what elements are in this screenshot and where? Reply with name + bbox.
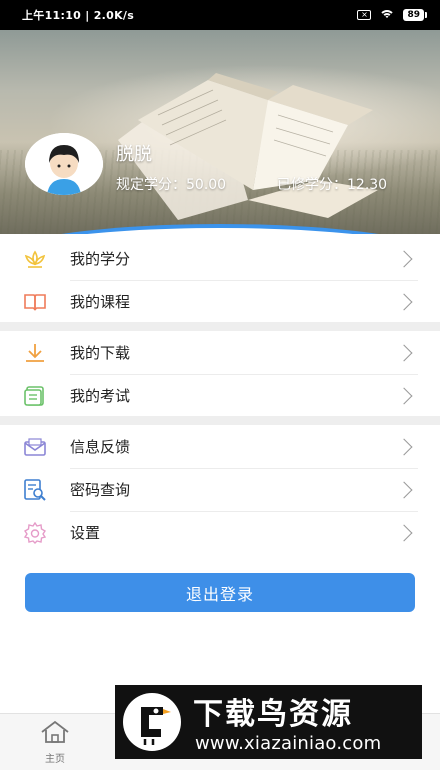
mail-icon bbox=[22, 434, 48, 460]
menu-item-label: 密码查询 bbox=[70, 481, 131, 499]
menu-item-my-courses[interactable]: 我的课程 bbox=[0, 280, 440, 323]
menu-item-label: 我的学分 bbox=[70, 250, 131, 268]
menu-item-label: 我的下载 bbox=[70, 344, 131, 362]
menu-item-settings[interactable]: 设置 bbox=[0, 511, 440, 554]
lotus-icon bbox=[22, 246, 48, 272]
avatar-boy-icon bbox=[25, 133, 103, 195]
menu-group-account: 信息反馈 密码查询 设置 bbox=[0, 425, 440, 554]
chevron-right-icon bbox=[395, 387, 413, 404]
tab-home-label: 主页 bbox=[45, 754, 65, 765]
header-curve bbox=[0, 224, 440, 234]
home-icon bbox=[41, 720, 69, 743]
menu-group-credits: 我的学分 我的课程 bbox=[0, 237, 440, 323]
watermark-title: 下载鸟资源 bbox=[193, 697, 353, 732]
wifi-icon bbox=[379, 9, 396, 21]
menu-item-my-credits[interactable]: 我的学分 bbox=[0, 237, 440, 280]
menu-item-label: 我的课程 bbox=[70, 293, 131, 311]
no-sim-icon: × bbox=[357, 10, 372, 20]
watermark-banner: 下载鸟资源 www.xiazainiao.com bbox=[115, 685, 422, 759]
status-bar: 上午11:10 | 2.0K/s × 89 bbox=[0, 0, 440, 30]
chevron-right-icon bbox=[395, 344, 413, 361]
tab-home[interactable]: 主页 bbox=[34, 720, 76, 765]
group-separator bbox=[0, 322, 440, 331]
menu-item-password-query[interactable]: 密码查询 bbox=[0, 468, 440, 511]
profile-header: 脱脱 规定学分：50.00 已修学分：12.30 bbox=[0, 30, 440, 234]
download-icon bbox=[22, 340, 48, 366]
status-time-speed: 上午11:10 | 2.0K/s bbox=[22, 9, 135, 22]
chevron-right-icon bbox=[395, 293, 413, 310]
menu-item-label: 我的考试 bbox=[70, 387, 131, 405]
chevron-right-icon bbox=[395, 524, 413, 541]
group-separator bbox=[0, 416, 440, 425]
chevron-right-icon bbox=[395, 481, 413, 498]
menu-item-my-downloads[interactable]: 我的下载 bbox=[0, 331, 440, 374]
search-doc-icon bbox=[22, 477, 48, 503]
book-background-image bbox=[118, 73, 378, 220]
menu-group-learning: 我的下载 我的考试 bbox=[0, 331, 440, 417]
watermark-bird-logo bbox=[123, 693, 181, 751]
chevron-right-icon bbox=[395, 438, 413, 455]
book-icon bbox=[22, 289, 48, 315]
earned-credits: 已修学分：12.30 bbox=[277, 177, 388, 193]
gear-icon bbox=[22, 520, 48, 546]
avatar[interactable] bbox=[25, 133, 103, 195]
menu-item-label: 信息反馈 bbox=[70, 438, 131, 456]
logout-button[interactable]: 退出登录 bbox=[25, 573, 415, 612]
chevron-right-icon bbox=[395, 250, 413, 267]
menu-item-my-exams[interactable]: 我的考试 bbox=[0, 374, 440, 417]
menu-item-label: 设置 bbox=[70, 524, 101, 542]
battery-indicator: 89 bbox=[403, 9, 427, 21]
username: 脱脱 bbox=[116, 144, 152, 165]
menu-item-feedback[interactable]: 信息反馈 bbox=[0, 425, 440, 468]
watermark-url: www.xiazainiao.com bbox=[195, 733, 382, 754]
required-credits: 规定学分：50.00 bbox=[116, 177, 227, 193]
exam-icon bbox=[22, 383, 48, 409]
